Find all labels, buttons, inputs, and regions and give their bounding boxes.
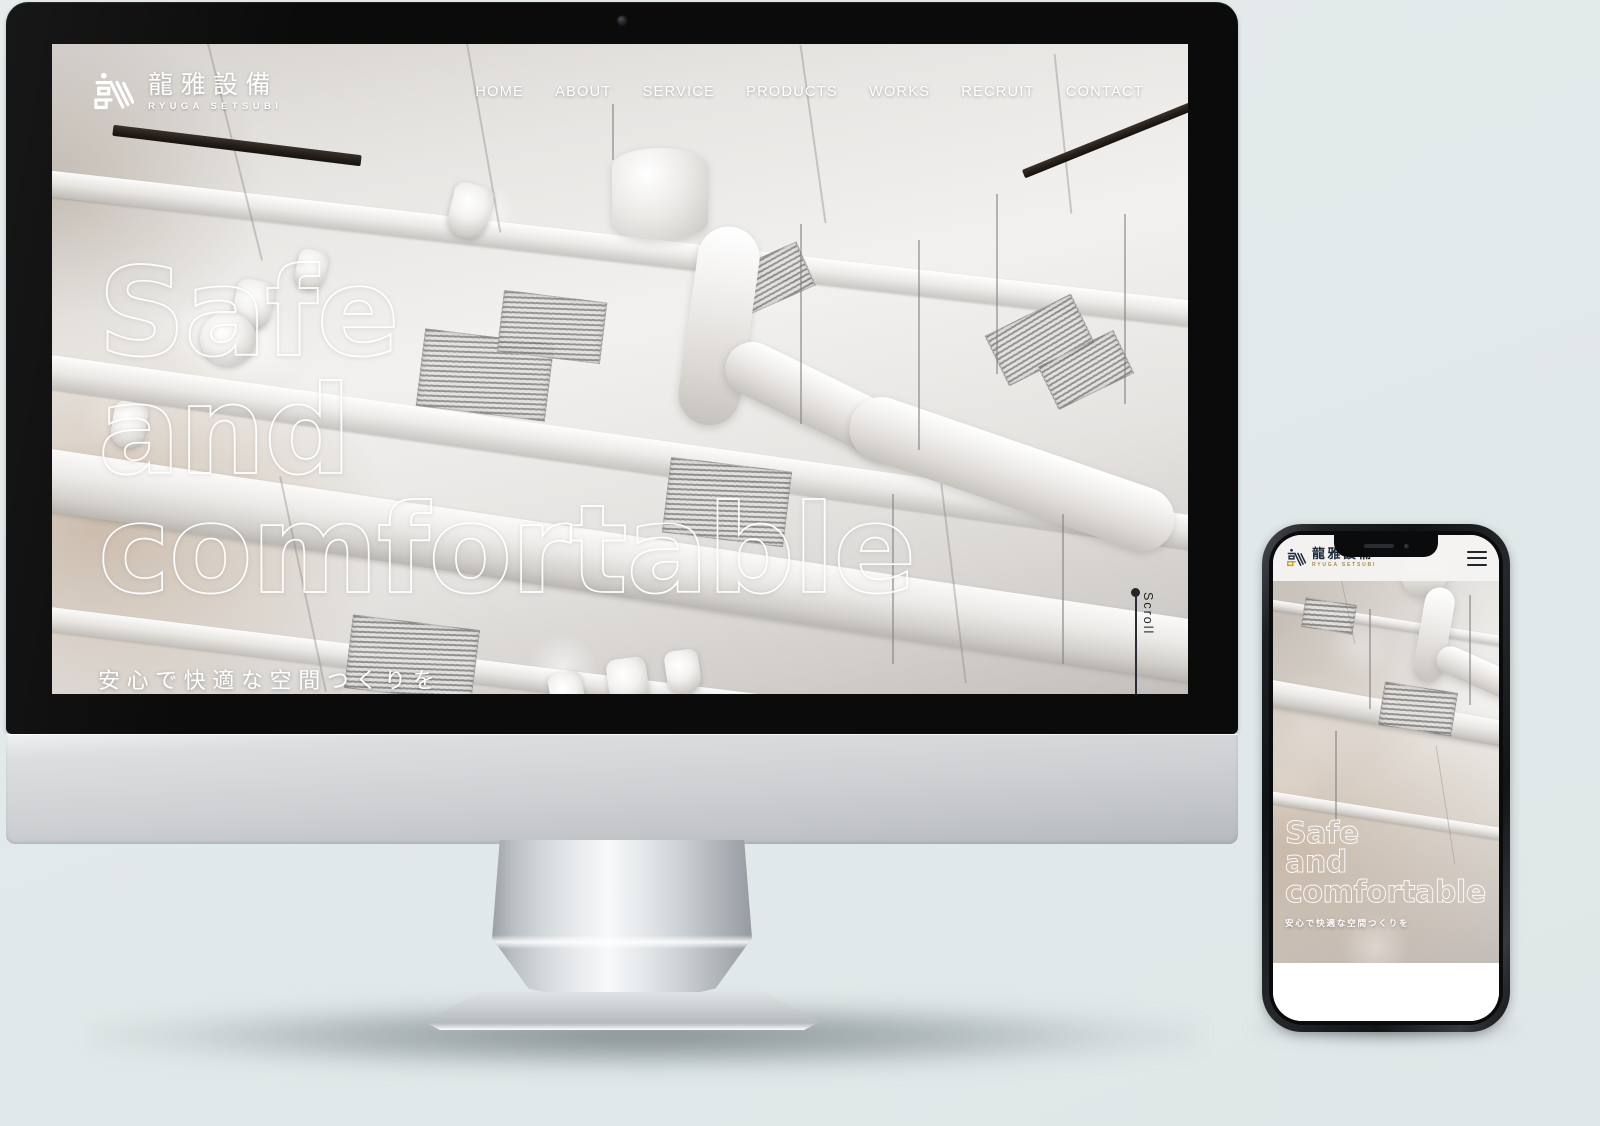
mobile-content-below-fold [1273, 963, 1499, 1021]
nav-item-recruit[interactable]: RECRUIT [961, 84, 1035, 100]
imac-device: 龍雅設備 RYUGA SETSUBI HOME ABOUT SERVICE PR… [6, 2, 1238, 734]
hamburger-bar-2 [1467, 557, 1487, 559]
mobile-hero-headline-line-1: Safe [1285, 815, 1360, 851]
nav-item-home[interactable]: HOME [475, 84, 524, 100]
logo-name-jp: 龍雅設備 [148, 70, 279, 100]
main-navigation: HOME ABOUT SERVICE PRODUCTS WORKS RECRUI… [475, 84, 1144, 100]
hero-headline-line-1: Safe [97, 242, 400, 384]
imac-screen: 龍雅設備 RYUGA SETSUBI HOME ABOUT SERVICE PR… [52, 44, 1188, 694]
mobile-hero-subtitle: 安心で快適な空間つくりを [1285, 919, 1410, 929]
hero-copy: Safe and comfortable 安心で快適な空間つくりを [97, 242, 917, 694]
earpiece-speaker-icon [1363, 544, 1394, 548]
mobile-hero-headline-line-3: comfortable [1285, 874, 1487, 910]
hamburger-menu-icon[interactable] [1467, 550, 1487, 566]
mobile-hero: Safe and comfortable 安心で快適な空間つくりを [1273, 535, 1499, 963]
front-camera-icon [1403, 543, 1409, 549]
mobile-hero-copy: Safe and comfortable 安心で快適な空間つくりを [1285, 815, 1487, 929]
iphone-screen: Safe and comfortable 安心で快適な空間つくりを RYUGA … [1273, 535, 1499, 1021]
nav-item-about[interactable]: ABOUT [555, 84, 611, 100]
hamburger-bar-3 [1467, 563, 1487, 566]
hamburger-bar-1 [1467, 550, 1487, 553]
hero-headline-line-3: comfortable [97, 478, 917, 621]
imac-stand-neck [492, 840, 752, 998]
site-logo[interactable]: 龍雅設備 RYUGA SETSUBI [88, 69, 282, 115]
hero-subtitle: 安心で快適な空間つくりを [98, 668, 442, 694]
scroll-label: Scroll [1141, 592, 1155, 636]
webcam-icon [617, 16, 627, 25]
hero-headline-line-2: and [97, 360, 352, 503]
nav-item-works[interactable]: WORKS [869, 84, 930, 100]
imac-stand-foot [424, 992, 820, 1030]
mobile-hero-headline-line-2: and [1285, 845, 1348, 881]
nav-item-service[interactable]: SERVICE [643, 84, 716, 100]
scroll-rail [1135, 596, 1137, 694]
ryuga-dragon-mark-icon [1287, 548, 1306, 567]
iphone-device: Safe and comfortable 安心で快適な空間つくりを RYUGA … [1262, 524, 1510, 1032]
mockup-scene: 龍雅設備 RYUGA SETSUBI HOME ABOUT SERVICE PR… [0, 0, 1600, 1126]
mobile-logo-name-en: RYUGA SETSUBI [1312, 562, 1377, 568]
iphone-notch [1334, 535, 1438, 557]
logo-name-en: RYUGA SETSUBI [148, 101, 283, 113]
ryuga-dragon-mark-icon [94, 72, 134, 109]
scroll-indicator[interactable]: Scroll [1128, 574, 1155, 694]
nav-item-products[interactable]: PRODUCTS [746, 84, 838, 100]
site-header: 龍雅設備 RYUGA SETSUBI HOME ABOUT SERVICE PR… [52, 44, 1188, 140]
nav-item-contact[interactable]: CONTACT [1066, 84, 1144, 100]
website-desktop-view: 龍雅設備 RYUGA SETSUBI HOME ABOUT SERVICE PR… [52, 44, 1188, 694]
imac-chin [6, 734, 1238, 844]
